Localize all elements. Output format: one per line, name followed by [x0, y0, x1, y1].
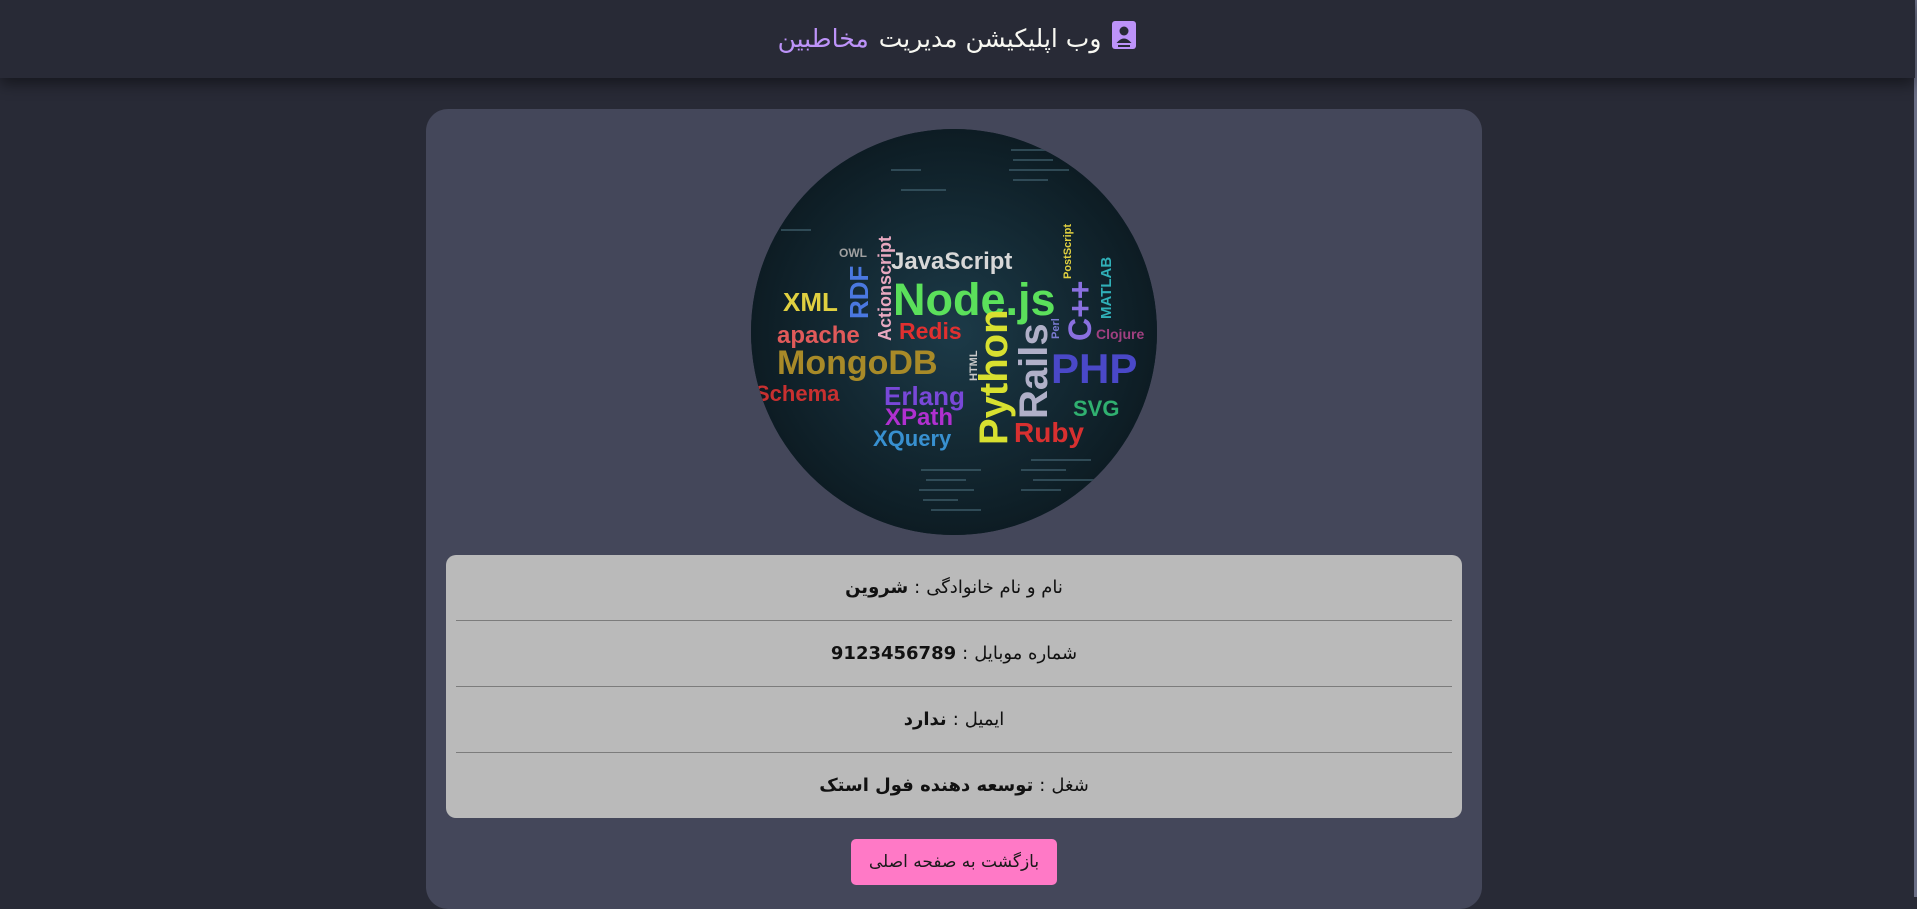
address-book-icon	[1111, 20, 1137, 50]
detail-value: 9123456789	[830, 643, 957, 664]
photo-word: MongoDB	[777, 344, 938, 382]
app-title-accent: مخاطبین	[777, 23, 869, 53]
detail-row-mobile: شماره موبایل : 9123456789	[456, 621, 1452, 686]
detail-separator: :	[952, 709, 959, 730]
detail-separator: :	[962, 643, 969, 664]
detail-label: شغل	[1051, 775, 1089, 796]
top-navbar: وب اپلیکیشن مدیریت مخاطبین	[0, 0, 1915, 78]
detail-separator: :	[1039, 775, 1046, 796]
detail-value: شروین	[845, 577, 909, 598]
photo-word: RDF	[844, 266, 874, 319]
photo-word: JavaScript	[891, 248, 1012, 275]
photo-word: OWL	[839, 246, 867, 260]
photo-word: Actionscript	[875, 236, 895, 341]
photo-word: SVG	[1073, 396, 1119, 421]
contact-photo-image: JavaScript Node.js XML RDF Actionscript …	[751, 129, 1157, 535]
photo-word: Redis	[899, 318, 962, 344]
photo-word: MATLAB	[1098, 257, 1115, 319]
photo-word: PostScript	[1062, 224, 1074, 279]
contact-details-panel: نام و نام خانوادگی : شروین شماره موبایل …	[446, 555, 1462, 818]
detail-row-fullname: نام و نام خانوادگی : شروین	[456, 555, 1452, 620]
app-title: وب اپلیکیشن مدیریت	[878, 23, 1102, 53]
photo-word: Clojure	[1096, 326, 1144, 342]
detail-label: نام و نام خانوادگی	[926, 577, 1063, 598]
contact-photo: JavaScript Node.js XML RDF Actionscript …	[751, 129, 1157, 535]
detail-label: ایمیل	[964, 709, 1005, 730]
back-to-home-button[interactable]: بازگشت به صفحه اصلی	[851, 839, 1057, 885]
photo-word: PHP	[1051, 345, 1137, 392]
detail-separator: :	[914, 577, 921, 598]
photo-word: C++	[1062, 281, 1098, 341]
photo-word: Perl	[1050, 318, 1062, 339]
detail-label: شماره موبایل	[974, 643, 1078, 664]
detail-row-email: ایمیل : ندارد	[456, 687, 1452, 752]
app-brand: وب اپلیکیشن مدیریت مخاطبین	[777, 21, 1138, 53]
photo-word: Python	[972, 309, 1016, 445]
detail-value: ندارد	[903, 709, 947, 730]
photo-word: Ruby	[1014, 417, 1084, 448]
contact-card: JavaScript Node.js XML RDF Actionscript …	[426, 109, 1482, 909]
photo-word: XQuery	[873, 426, 952, 451]
photo-word: Schema	[755, 381, 840, 406]
photo-word: XML	[783, 287, 838, 317]
detail-row-job: شغل : توسعه دهنده فول استک	[456, 753, 1452, 818]
detail-value: توسعه دهنده فول استک	[819, 775, 1034, 796]
